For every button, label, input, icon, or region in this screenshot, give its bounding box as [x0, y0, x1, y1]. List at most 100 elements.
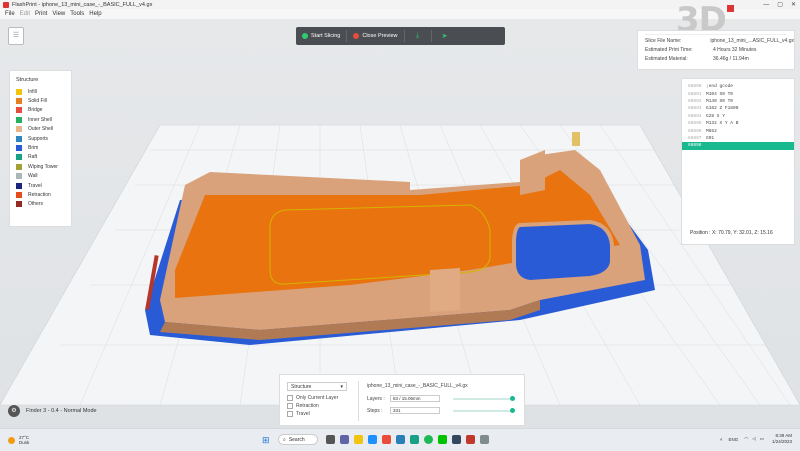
gcode-line-number: 68891	[688, 91, 702, 97]
taskbar-search[interactable]: ⌕ Search	[278, 434, 318, 445]
layers-slider[interactable]	[453, 396, 515, 401]
legend-swatch	[16, 201, 22, 208]
legend-label: Infill	[28, 88, 37, 95]
gcode-line-number: 68894	[688, 113, 702, 119]
legend-swatch	[16, 182, 22, 189]
slice-info-panel: Slice File Name: iphone_13_mini_...ASIC_F…	[637, 30, 795, 70]
steps-slider-handle[interactable]	[510, 408, 515, 413]
maximize-button[interactable]: ▢	[777, 1, 783, 8]
legend-swatch	[16, 116, 22, 123]
legend-swatch	[16, 135, 22, 142]
weather-icon	[8, 436, 15, 444]
gcode-line[interactable]: 68894 G28 X Y	[682, 113, 794, 120]
windows-start-icon[interactable]: ⊞	[262, 435, 272, 445]
edge-icon[interactable]	[368, 435, 377, 444]
legend-swatch	[16, 154, 22, 161]
gcode-line[interactable]: 68896 M652	[682, 127, 794, 134]
gcode-line[interactable]: 68893 G162 Z F1800	[682, 105, 794, 112]
legend-swatch	[16, 98, 22, 105]
file-explorer-icon[interactable]	[354, 435, 363, 444]
gcode-line[interactable]: 68891 M104 S0 T0	[682, 90, 794, 97]
menu-tools[interactable]: Tools	[70, 11, 84, 17]
legend-label: Brim	[28, 145, 39, 152]
minimize-button[interactable]: —	[763, 2, 769, 8]
gcode-command: G91	[706, 135, 715, 141]
gcode-command: M132 X Y A B	[706, 121, 739, 127]
menu-edit[interactable]: Edit	[20, 11, 30, 17]
panel-file-name: iphone_13_mini_case_-_BASIC_FULL_v4.gx	[367, 383, 468, 389]
weather-desc: Dusk	[19, 440, 30, 445]
legend-label: Raft	[28, 154, 38, 161]
search-label: Search	[288, 436, 305, 443]
legend-item: Others	[16, 200, 71, 209]
preview-toolbar: Start Slicing Close Preview ⤓ ➤	[296, 27, 505, 45]
app-icon[interactable]	[452, 435, 461, 444]
preview-viewport[interactable]	[0, 19, 800, 428]
legend-item: Wall	[16, 172, 71, 181]
chevron-down-icon: ▾	[340, 384, 343, 390]
app-icon[interactable]	[396, 435, 405, 444]
material-label: Estimated Material:	[645, 55, 688, 62]
position-readout: Position : X: 70.79, Y: 32.01, Z: 15.16	[690, 230, 773, 236]
steps-input[interactable]: 331	[390, 407, 440, 414]
checkbox-box	[287, 403, 293, 409]
battery-icon[interactable]: ▭	[760, 436, 764, 442]
legend-swatch	[16, 88, 22, 95]
layers-input[interactable]: 83 / 15.06mm	[390, 395, 440, 402]
gcode-command: M140 S0 T0	[706, 98, 734, 104]
legend-item: Outer Shell	[16, 125, 71, 134]
gcode-line[interactable]: 68898	[682, 142, 794, 150]
wifi-icon[interactable]: ◠	[744, 436, 748, 442]
app-icon[interactable]	[480, 435, 489, 444]
flashprint-icon[interactable]	[466, 435, 475, 444]
checkbox-label: Travel	[296, 411, 310, 417]
gcode-line[interactable]: 68892 M140 S0 T0	[682, 98, 794, 105]
menu-file[interactable]: File	[5, 11, 15, 17]
build-plate-scene[interactable]	[0, 19, 800, 428]
gcode-line[interactable]: 68897 G91	[682, 135, 794, 142]
send-to-printer-icon[interactable]: ➤	[432, 27, 458, 45]
language-indicator[interactable]: ENG	[729, 437, 739, 442]
structure-dropdown[interactable]: Structure ▾	[287, 382, 347, 391]
close-window-button[interactable]: ✕	[791, 1, 796, 8]
windows-taskbar: 27°C Dusk ⊞ ⌕ Search ˄ ENG ◠ ◁ ▭ 8:39 AM 1/…	[0, 428, 800, 451]
close-preview-button[interactable]: Close Preview	[347, 27, 403, 45]
legend-label: Supports	[28, 135, 49, 142]
material-value: 36.46g / 11.94m	[713, 55, 749, 62]
retraction-checkbox[interactable]: Retraction	[287, 403, 319, 409]
close-preview-label: Close Preview	[362, 33, 398, 39]
menu-print[interactable]: Print	[35, 11, 47, 17]
legend-label: Retraction	[28, 191, 51, 198]
steps-slider[interactable]	[453, 408, 515, 413]
menu-help[interactable]: Help	[89, 11, 101, 17]
gcode-line[interactable]: 68895 M132 X Y A B	[682, 120, 794, 127]
only-current-layer-checkbox[interactable]: Only Current Layer	[287, 395, 338, 401]
document-icon[interactable]: ☰	[8, 27, 24, 45]
menu-view[interactable]: View	[52, 11, 65, 17]
start-slicing-button[interactable]: Start Slicing	[296, 27, 346, 45]
nozzle-icon	[572, 132, 580, 146]
app-icon[interactable]	[410, 435, 419, 444]
download-icon[interactable]: ⤓	[405, 27, 431, 45]
printer-icon[interactable]: ⚙	[8, 405, 20, 417]
clock[interactable]: 8:39 AM 1/24/2023	[772, 433, 792, 445]
spotify-icon[interactable]	[424, 435, 433, 444]
gcode-line[interactable]: 68890 ;end gcode	[682, 83, 794, 90]
task-view-icon[interactable]	[326, 435, 335, 444]
slice-file-name-label: Slice File Name:	[645, 37, 682, 44]
legend-item: Infill	[16, 87, 71, 96]
line-icon[interactable]	[438, 435, 447, 444]
gcode-panel[interactable]: 68890 ;end gcode 68891 M104 S0 T0 68892 M140 …	[681, 78, 795, 245]
chevron-up-icon[interactable]: ˄	[720, 437, 723, 442]
camera-cutout	[512, 219, 614, 285]
teams-icon[interactable]	[340, 435, 349, 444]
legend-swatch	[16, 173, 22, 180]
travel-checkbox[interactable]: Travel	[287, 411, 310, 417]
layers-slider-handle[interactable]	[510, 396, 515, 401]
legend-label: Bridge	[28, 107, 43, 114]
weather-widget[interactable]: 27°C Dusk	[8, 435, 29, 445]
checkbox-label: Retraction	[296, 403, 319, 409]
volume-icon[interactable]: ◁	[752, 436, 755, 442]
chrome-icon[interactable]	[382, 435, 391, 444]
structure-dropdown-value: Structure	[291, 383, 312, 390]
